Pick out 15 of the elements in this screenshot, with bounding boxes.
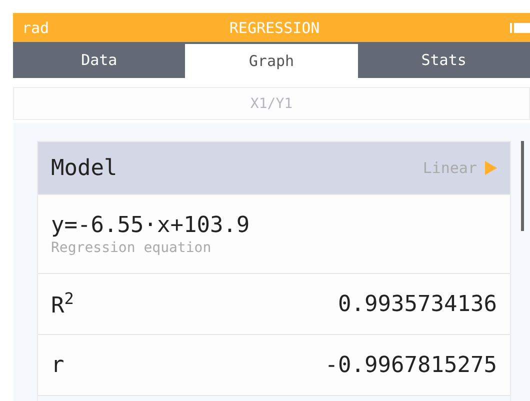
stat-value: 0.9935734136 <box>338 292 497 316</box>
arrow-right-icon <box>485 161 497 175</box>
app-title: REGRESSION <box>228 18 321 36</box>
battery-icon <box>510 22 530 34</box>
equation-caption: Regression equation <box>51 240 212 256</box>
row-label: Model <box>51 156 118 180</box>
scrollbar[interactable] <box>521 141 524 231</box>
stat-value: -0.9967815275 <box>324 352 497 378</box>
model-row[interactable]: Model Linear <box>38 142 510 195</box>
equation-text: y=-6.55·x+103.9 <box>51 212 251 238</box>
stat-label: R$^{2}$ <box>51 289 74 319</box>
tab[interactable]: Graph <box>185 44 358 78</box>
model-value: Linear <box>422 159 477 177</box>
angle-unit: rad <box>22 18 50 36</box>
stat-label: r <box>51 352 64 378</box>
